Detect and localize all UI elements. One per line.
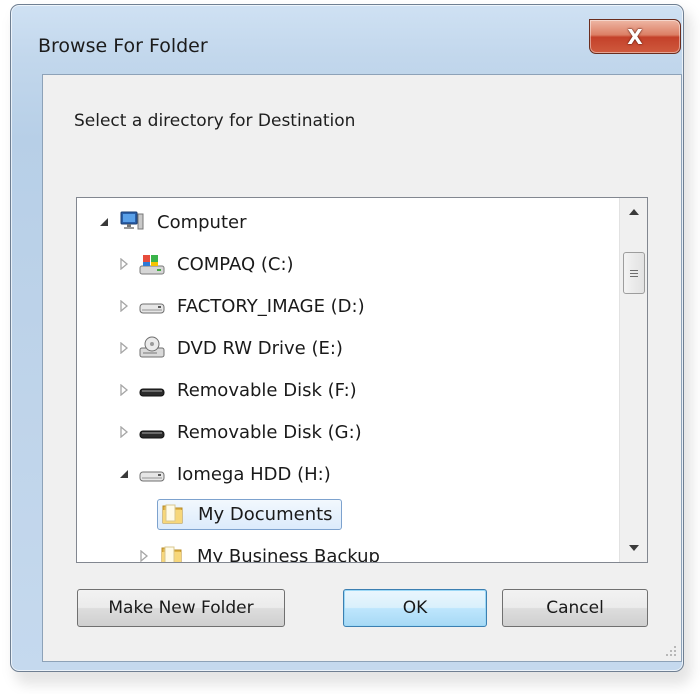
folder-tree-view[interactable]: Computer COMPAQ (C:) FACTORY_IMAGE (D:) DVD…	[76, 197, 648, 563]
tree-item-label: Removable Disk (F:)	[177, 379, 357, 401]
tree-item-content[interactable]: Iomega HDD (H:)	[137, 460, 339, 489]
removable-disk-icon	[139, 378, 165, 402]
tree-item-label: My Business Backup	[197, 545, 380, 563]
tree-item-content[interactable]: Removable Disk (F:)	[137, 376, 365, 405]
tree-item-content[interactable]: FACTORY_IMAGE (D:)	[137, 292, 373, 321]
hard-drive-icon	[139, 462, 165, 486]
expand-arrow-icon[interactable]	[135, 547, 153, 562]
tree-item-content[interactable]: COMPAQ (C:)	[137, 250, 302, 279]
tree-item-label: Computer	[157, 211, 247, 233]
collapse-arrow-icon[interactable]	[115, 465, 133, 483]
resize-grip-icon[interactable]	[663, 643, 677, 657]
scroll-up-button[interactable]	[620, 198, 647, 226]
tree-item-label: FACTORY_IMAGE (D:)	[177, 295, 365, 317]
tree-item-content[interactable]: Computer	[117, 208, 254, 237]
tree-item-content[interactable]: DVD RW Drive (E:)	[137, 334, 351, 363]
browse-for-folder-dialog: Browse For Folder X Select a directory f…	[10, 4, 684, 672]
scroll-down-arrow-icon	[628, 545, 639, 551]
cancel-button[interactable]: Cancel	[502, 589, 648, 627]
tree-item[interactable]: FACTORY_IMAGE (D:)	[115, 288, 373, 324]
scroll-up-arrow-icon	[628, 209, 639, 215]
tree-item[interactable]: Removable Disk (F:)	[115, 372, 365, 408]
tree-item[interactable]: Removable Disk (G:)	[115, 414, 370, 450]
tree-item-label: COMPAQ (C:)	[177, 253, 294, 275]
tree-item[interactable]: DVD RW Drive (E:)	[115, 330, 351, 366]
system-drive-icon	[139, 252, 165, 276]
tree-item-label: Removable Disk (G:)	[177, 421, 362, 443]
vertical-scrollbar[interactable]	[619, 198, 647, 562]
tree-item[interactable]: COMPAQ (C:)	[115, 246, 302, 282]
scrollbar-thumb[interactable]	[623, 252, 645, 294]
selected-item-highlight[interactable]: My Documents	[157, 498, 342, 530]
close-icon: X	[627, 24, 643, 49]
close-button[interactable]: X	[589, 19, 681, 54]
dialog-client-area: Select a directory for Destination Compu…	[42, 74, 682, 662]
hard-drive-icon	[139, 294, 165, 318]
tree-item[interactable]: Iomega HDD (H:)	[115, 456, 339, 492]
expand-arrow-icon[interactable]	[115, 423, 133, 441]
tree-item-label: Iomega HDD (H:)	[177, 463, 331, 485]
tree-item[interactable]: Computer	[95, 204, 254, 240]
folder-icon	[160, 502, 186, 526]
folder-tree-list: Computer COMPAQ (C:) FACTORY_IMAGE (D:) DVD…	[77, 198, 619, 562]
make-new-folder-button[interactable]: Make New Folder	[77, 589, 285, 627]
expand-arrow-icon[interactable]	[115, 255, 133, 273]
tree-item-label: DVD RW Drive (E:)	[177, 337, 343, 359]
collapse-arrow-icon[interactable]	[95, 213, 113, 231]
tree-item-content[interactable]: Removable Disk (G:)	[137, 418, 370, 447]
ok-button[interactable]: OK	[343, 589, 487, 627]
tree-item-content[interactable]: My Business Backup	[157, 542, 388, 563]
expand-arrow-icon[interactable]	[115, 297, 133, 315]
expand-arrow-icon[interactable]	[115, 339, 133, 357]
folder-icon	[159, 544, 185, 562]
tree-item-label: My Documents	[198, 503, 333, 525]
dvd-drive-icon	[139, 336, 165, 360]
computer-icon	[119, 210, 145, 234]
expand-arrow-icon[interactable]	[115, 381, 133, 399]
dialog-prompt: Select a directory for Destination	[74, 111, 356, 131]
tree-item[interactable]: My Business Backup	[135, 538, 388, 562]
removable-disk-icon	[139, 420, 165, 444]
scroll-down-button[interactable]	[620, 534, 647, 562]
tree-item[interactable]: My Documents	[135, 496, 342, 532]
window-title: Browse For Folder	[38, 35, 208, 57]
